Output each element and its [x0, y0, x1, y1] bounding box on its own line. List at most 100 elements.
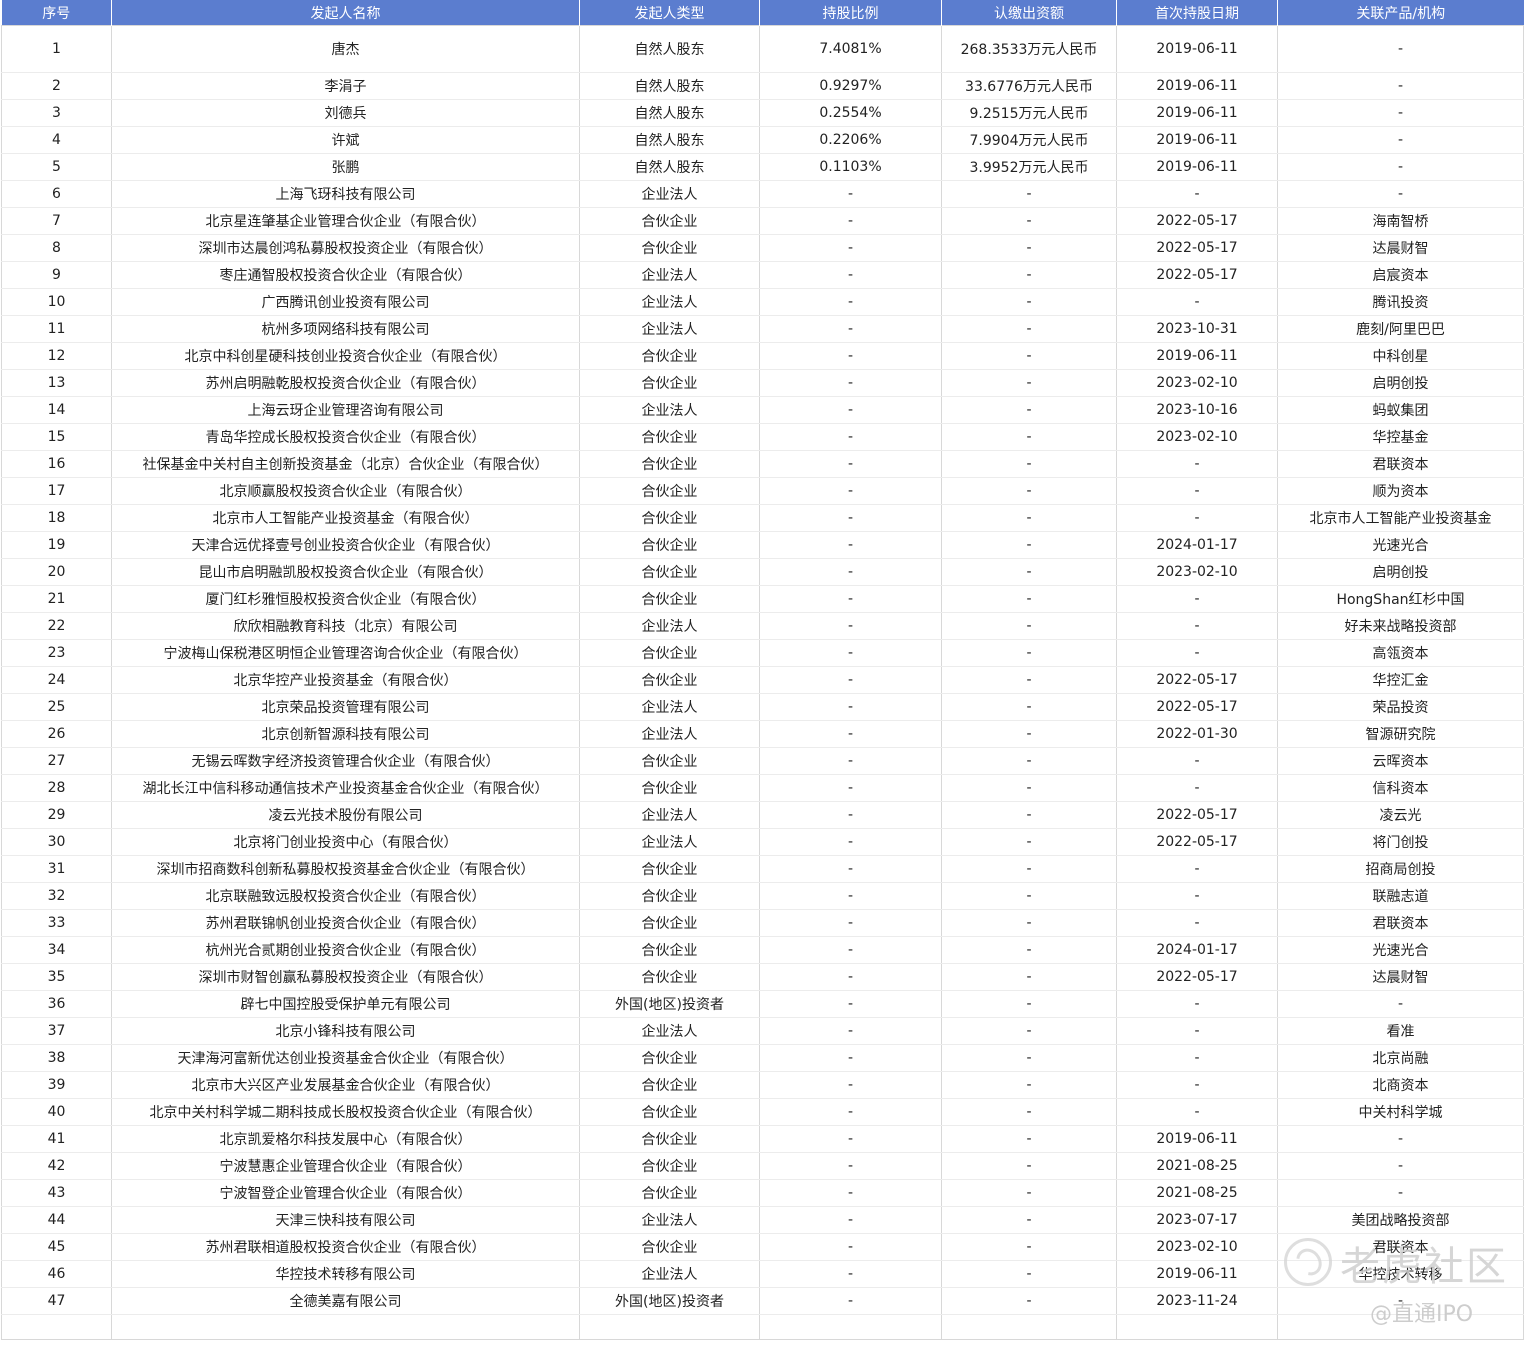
table-row[interactable]: 29 凌云光技术股份有限公司 企业法人 - -2022-05-17 凌云光	[1, 801, 1524, 829]
cell-related: 启明创投	[1277, 558, 1524, 586]
table-row[interactable]: 6 上海飞玡科技有限公司 企业法人 - - - -	[1, 180, 1524, 208]
table-row[interactable]: 16 社保基金中关村自主创新投资基金（北京）合伙企业（有限合伙） 合伙企业 - - - 君联…	[1, 450, 1524, 478]
cell-capital: -	[941, 909, 1117, 937]
cell-type: 合伙企业	[579, 477, 760, 505]
cell-ratio: -	[759, 315, 942, 343]
cell-related: 光速光合	[1277, 936, 1524, 964]
cell-date: 2019-06-11	[1116, 1260, 1278, 1288]
table-row[interactable]: 32 北京联融致远股权投资合伙企业（有限合伙） 合伙企业 - - - 联融志道	[1, 882, 1524, 910]
table-row[interactable]: 17 北京顺赢股权投资合伙企业（有限合伙） 合伙企业 - - - 顺为资本	[1, 477, 1524, 505]
table-row[interactable]: 27 无锡云晖数字经济投资管理合伙企业（有限合伙） 合伙企业 - - - 云晖资本	[1, 747, 1524, 775]
table-row[interactable]: 43 宁波智登企业管理合伙企业（有限合伙） 合伙企业 - -2021-08-25-	[1, 1179, 1524, 1207]
table-row[interactable]: 2 李涓子 自然人股东 0.9297% 33.6776万元人民币 2019-06-11-	[1, 72, 1524, 100]
cell-related: 荣品投资	[1277, 693, 1524, 721]
col-header-name[interactable]: 发起人名称	[111, 0, 580, 26]
cell-date: 2022-05-17	[1116, 801, 1278, 829]
cell-related: 美团战略投资部	[1277, 1206, 1524, 1234]
cell-capital: -	[941, 963, 1117, 991]
table-row[interactable]: 23 宁波梅山保税港区明恒企业管理咨询合伙企业（有限合伙） 合伙企业 - - - 高瓴资本	[1, 639, 1524, 667]
col-header-date[interactable]: 首次持股日期	[1116, 0, 1278, 26]
cell-date: -	[1116, 612, 1278, 640]
table-row[interactable]: 35 深圳市财智创赢私募股权投资企业（有限合伙） 合伙企业 - -2022-05-17 达…	[1, 963, 1524, 991]
table-row[interactable]: 22 欣欣相融教育科技（北京）有限公司 企业法人 - - - 好未来战略投资部	[1, 612, 1524, 640]
table-row[interactable]: 21 厦门红杉雅恒股权投资合伙企业（有限合伙） 合伙企业 - - - HongShan红杉中…	[1, 585, 1524, 613]
cell-ratio: -	[759, 882, 942, 910]
table-row[interactable]: 19 天津合远优择壹号创业投资合伙企业（有限合伙） 合伙企业 - -2024-01-17…	[1, 531, 1524, 559]
table-row[interactable]: 25 北京荣品投资管理有限公司 企业法人 - -2022-05-17 荣品投资	[1, 693, 1524, 721]
cell-capital: 268.3533万元人民币	[941, 25, 1117, 73]
cell-ratio: 0.2206%	[759, 126, 942, 154]
cell-ratio: -	[759, 450, 942, 478]
col-header-capital[interactable]: 认缴出资额	[941, 0, 1117, 26]
cell-ratio: -	[759, 504, 942, 532]
cell-index: 14	[1, 396, 112, 424]
cell-related: -	[1277, 25, 1524, 73]
col-header-ratio[interactable]: 持股比例	[759, 0, 942, 26]
col-header-index[interactable]: 序号	[1, 0, 112, 26]
col-header-related[interactable]: 关联产品/机构	[1277, 0, 1524, 26]
table-row[interactable]: 47 全德美嘉有限公司 外国(地区)投资者 - -2023-11-24-	[1, 1287, 1524, 1315]
table-row[interactable]: 13 苏州启明融乾股权投资合伙企业（有限合伙） 合伙企业 - -2023-02-10 启明…	[1, 369, 1524, 397]
table-row[interactable]: 4 许斌 自然人股东 0.2206% 7.9904万元人民币 2019-06-11-	[1, 126, 1524, 154]
cell-date: 2019-06-11	[1116, 72, 1278, 100]
cell-name: 全德美嘉有限公司	[111, 1287, 580, 1315]
cell-type: 企业法人	[579, 612, 760, 640]
table-row[interactable]: 18 北京市人工智能产业投资基金（有限合伙） 合伙企业 - - - 北京市人工智能产业投资基…	[1, 504, 1524, 532]
cell-name: 上海云玡企业管理咨询有限公司	[111, 396, 580, 424]
cell-type: 企业法人	[579, 720, 760, 748]
table-row[interactable]: 3 刘德兵 自然人股东 0.2554% 9.2515万元人民币 2019-06-11-	[1, 99, 1524, 127]
table-row[interactable]: 41 北京凯爱格尔科技发展中心（有限合伙） 合伙企业 - -2019-06-11-	[1, 1125, 1524, 1153]
cell-type: 企业法人	[579, 180, 760, 208]
cell-capital: -	[941, 450, 1117, 478]
table-row[interactable]: 9 枣庄通智股权投资合伙企业（有限合伙） 企业法人 - -2022-05-17 启宸资本	[1, 261, 1524, 289]
table-row[interactable]: 11 杭州多项网络科技有限公司 企业法人 - -2023-10-31 鹿刻/阿里巴巴	[1, 315, 1524, 343]
cell-capital: 7.9904万元人民币	[941, 126, 1117, 154]
table-row[interactable]: 24 北京华控产业投资基金（有限合伙） 合伙企业 - -2022-05-17 华控汇金	[1, 666, 1524, 694]
cell-capital: -	[941, 720, 1117, 748]
table-row[interactable]: 39 北京市大兴区产业发展基金合伙企业（有限合伙） 合伙企业 - - - 北商资本	[1, 1071, 1524, 1099]
table-row[interactable]: 44 天津三快科技有限公司 企业法人 - -2023-07-17 美团战略投资部	[1, 1206, 1524, 1234]
cell-date: 2023-02-10	[1116, 369, 1278, 397]
cell-capital: -	[941, 855, 1117, 883]
table-row[interactable]: 20 昆山市启明融凯股权投资合伙企业（有限合伙） 合伙企业 - -2023-02-10 启…	[1, 558, 1524, 586]
table-row[interactable]: 15 青岛华控成长股权投资合伙企业（有限合伙） 合伙企业 - -2023-02-10 华控…	[1, 423, 1524, 451]
table-row[interactable]: 33 苏州君联锦帆创业投资合伙企业（有限合伙） 合伙企业 - - - 君联资本	[1, 909, 1524, 937]
cell-index: 30	[1, 828, 112, 856]
cell-name: 深圳市财智创赢私募股权投资企业（有限合伙）	[111, 963, 580, 991]
table-row[interactable]: 14 上海云玡企业管理咨询有限公司 企业法人 - -2023-10-16 蚂蚁集团	[1, 396, 1524, 424]
table-row[interactable]: 38 天津海河富新优达创业投资基金合伙企业（有限合伙） 合伙企业 - - - 北京尚融	[1, 1044, 1524, 1072]
table-row[interactable]: 12 北京中科创星硬科技创业投资合伙企业（有限合伙） 合伙企业 - -2019-06-1…	[1, 342, 1524, 370]
cell-capital: 9.2515万元人民币	[941, 99, 1117, 127]
table-row[interactable]: 40 北京中关村科学城二期科技成长股权投资合伙企业（有限合伙） 合伙企业 - - - 中关村…	[1, 1098, 1524, 1126]
table-row[interactable]: 28 湖北长江中信科移动通信技术产业投资基金合伙企业（有限合伙） 合伙企业 - - - 信科…	[1, 774, 1524, 802]
cell-related: 招商局创投	[1277, 855, 1524, 883]
cell-type: 合伙企业	[579, 585, 760, 613]
table-row[interactable]: 7 北京星连肇基企业管理合伙企业（有限合伙） 合伙企业 - -2022-05-17 海南智…	[1, 207, 1524, 235]
cell-capital: -	[941, 180, 1117, 208]
cell-index: 9	[1, 261, 112, 289]
cell-capital: -	[941, 558, 1117, 586]
cell-related: 海南智桥	[1277, 207, 1524, 235]
cell-name: 北京市大兴区产业发展基金合伙企业（有限合伙）	[111, 1071, 580, 1099]
col-header-type[interactable]: 发起人类型	[579, 0, 760, 26]
cell-name: 天津合远优择壹号创业投资合伙企业（有限合伙）	[111, 531, 580, 559]
cell-name: 宁波慧惠企业管理合伙企业（有限合伙）	[111, 1152, 580, 1180]
table-row[interactable]: 34 杭州光合贰期创业投资合伙企业（有限合伙） 合伙企业 - -2024-01-17 光速…	[1, 936, 1524, 964]
table-row[interactable]: 36 辟七中国控股受保护单元有限公司 外国(地区)投资者 - - - -	[1, 990, 1524, 1018]
table-row[interactable]: 5 张鹏 自然人股东 0.1103% 3.9952万元人民币 2019-06-11-	[1, 153, 1524, 181]
cell-index: 28	[1, 774, 112, 802]
table-row[interactable]: 10 广西腾讯创业投资有限公司 企业法人 - - - 腾讯投资	[1, 288, 1524, 316]
watermark-subtext: @直通IPO	[1370, 1302, 1474, 1327]
cell-date: 2023-02-10	[1116, 558, 1278, 586]
table-row[interactable]: 42 宁波慧惠企业管理合伙企业（有限合伙） 合伙企业 - -2021-08-25-	[1, 1152, 1524, 1180]
table-row[interactable]: 8 深圳市达晨创鸿私募股权投资企业（有限合伙） 合伙企业 - -2022-05-17 达晨…	[1, 234, 1524, 262]
table-row[interactable]: 37 北京小锋科技有限公司 企业法人 - - - 看准	[1, 1017, 1524, 1045]
table-row[interactable]: 26 北京创新智源科技有限公司 企业法人 - -2022-01-30 智源研究院	[1, 720, 1524, 748]
cell-capital: -	[941, 288, 1117, 316]
table-row[interactable]: 30 北京将门创业投资中心（有限合伙） 企业法人 - -2022-05-17 将门创投	[1, 828, 1524, 856]
table-row[interactable]: 1 唐杰 自然人股东 7.4081% 268.3533万元人民币 2019-06-11-	[1, 25, 1524, 73]
table-row[interactable]: 31 深圳市招商数科创新私募股权投资基金合伙企业（有限合伙） 合伙企业 - - - 招商局创…	[1, 855, 1524, 883]
cell-date: -	[1116, 1098, 1278, 1126]
cell-ratio: -	[759, 1044, 942, 1072]
cell-capital: -	[941, 801, 1117, 829]
